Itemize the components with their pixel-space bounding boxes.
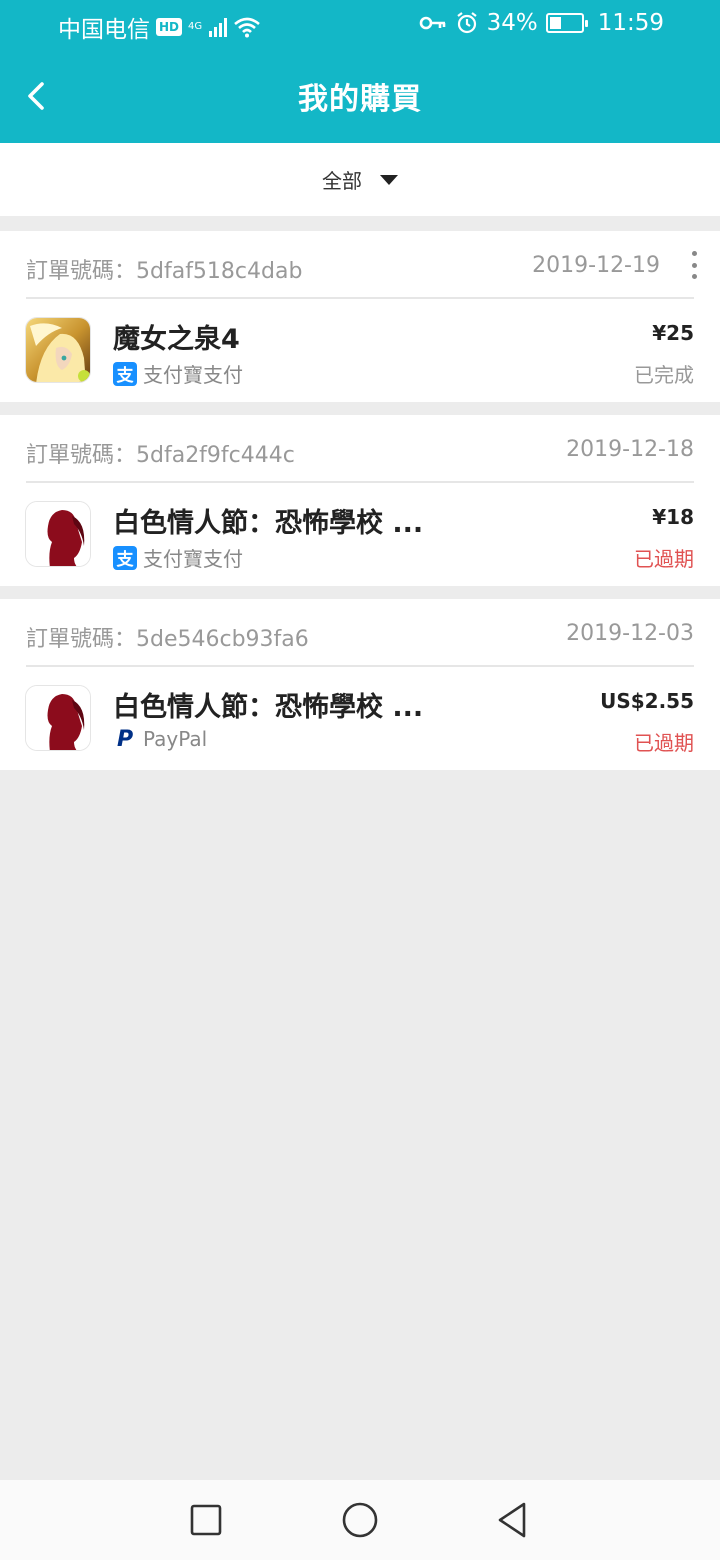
order-status: 已過期 bbox=[634, 731, 694, 755]
network-type: 4G bbox=[188, 21, 203, 32]
battery-percent: 34% bbox=[486, 10, 538, 36]
wifi-icon bbox=[234, 17, 260, 38]
payment-method: 支 支付寶支付 bbox=[113, 359, 243, 388]
order-date: 2019-12-19 bbox=[532, 253, 660, 278]
app-header: 我的購買 bbox=[0, 50, 720, 143]
home-button[interactable] bbox=[340, 1500, 380, 1540]
circle-icon bbox=[342, 1502, 378, 1538]
paypal-icon: P bbox=[116, 726, 134, 752]
order-status: 已過期 bbox=[634, 547, 694, 571]
payment-label: 支付寶支付 bbox=[143, 547, 243, 571]
back-nav-button[interactable] bbox=[494, 1500, 534, 1540]
status-bar: 中国电信 HD 4G 34% 11:59 bbox=[0, 0, 720, 50]
status-left: 中国电信 HD 4G bbox=[58, 10, 261, 44]
key-icon bbox=[419, 16, 445, 30]
page-title: 我的購買 bbox=[298, 82, 422, 117]
alarm-icon bbox=[456, 12, 477, 34]
order-card[interactable]: 訂單號碼：5de546cb93fa6 2019-12-03 白色情人節：恐怖學校… bbox=[0, 599, 720, 770]
square-icon bbox=[190, 1504, 222, 1536]
alipay-icon: 支 bbox=[113, 361, 137, 386]
order-number: 訂單號碼：5de546cb93fa6 bbox=[26, 627, 309, 652]
game-icon bbox=[25, 317, 91, 383]
order-number: 訂單號碼：5dfaf518c4dab bbox=[26, 259, 303, 284]
hd-badge: HD bbox=[156, 18, 183, 36]
clock-time: 11:59 bbox=[597, 10, 664, 36]
order-number: 訂單號碼：5dfa2f9fc444c bbox=[26, 443, 295, 468]
order-status: 已完成 bbox=[634, 363, 694, 387]
filter-dropdown[interactable]: 全部 bbox=[0, 143, 720, 216]
signal-icon bbox=[209, 17, 228, 37]
carrier-name: 中国电信 bbox=[58, 17, 150, 43]
order-date: 2019-12-18 bbox=[566, 437, 694, 462]
game-icon bbox=[25, 501, 91, 567]
payment-label: PayPal bbox=[143, 727, 208, 751]
order-card[interactable]: 訂單號碼：5dfa2f9fc444c 2019-12-18 白色情人節：恐怖學校… bbox=[0, 415, 720, 586]
order-price: ¥25 bbox=[652, 321, 694, 345]
filter-label: 全部 bbox=[322, 169, 362, 193]
order-header: 訂單號碼：5de546cb93fa6 2019-12-03 bbox=[26, 599, 694, 667]
game-name: 魔女之泉4 bbox=[113, 324, 240, 355]
order-card[interactable]: 訂單號碼：5dfaf518c4dab 2019-12-19 魔女之泉4 支 支付… bbox=[0, 231, 720, 402]
more-options-button[interactable] bbox=[684, 251, 704, 279]
alipay-icon: 支 bbox=[113, 545, 137, 570]
game-name: 白色情人節：恐怖學校 ... bbox=[113, 692, 424, 723]
battery-icon bbox=[545, 13, 588, 33]
triangle-back-icon bbox=[498, 1502, 526, 1538]
system-nav-bar bbox=[0, 1480, 720, 1560]
order-date: 2019-12-03 bbox=[566, 621, 694, 646]
order-header: 訂單號碼：5dfaf518c4dab 2019-12-19 bbox=[26, 231, 697, 299]
order-price: US$2.55 bbox=[600, 689, 694, 713]
order-header: 訂單號碼：5dfa2f9fc444c 2019-12-18 bbox=[26, 415, 694, 483]
payment-method: 支 支付寶支付 bbox=[113, 543, 243, 572]
game-icon bbox=[25, 685, 91, 751]
order-price: ¥18 bbox=[652, 505, 694, 529]
payment-label: 支付寶支付 bbox=[143, 363, 243, 387]
payment-method: P PayPal bbox=[113, 726, 208, 752]
caret-down-icon bbox=[380, 174, 398, 185]
status-right: 34% 11:59 bbox=[419, 10, 664, 36]
recents-button[interactable] bbox=[186, 1500, 226, 1540]
game-name: 白色情人節：恐怖學校 ... bbox=[113, 508, 424, 539]
